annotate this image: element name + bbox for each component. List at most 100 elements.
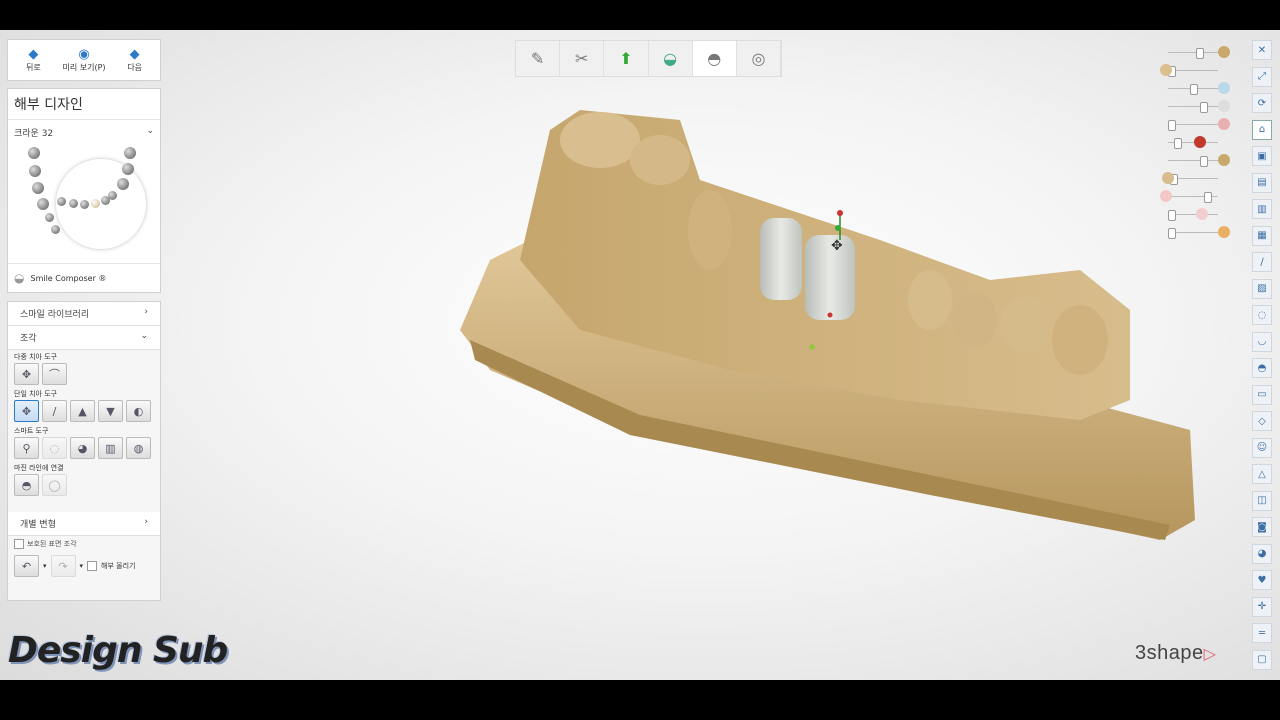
single-transform-button[interactable]: ✥ bbox=[14, 400, 39, 422]
multi-tooth-group-label: 다중 치아 도구 bbox=[14, 353, 58, 361]
crown-icon[interactable]: ◓ bbox=[692, 41, 737, 76]
sphere-icon[interactable]: ◎ bbox=[737, 41, 782, 76]
insertion-direction-icon[interactable]: ⬆ bbox=[604, 41, 649, 76]
cross-section-icon[interactable]: ✛ bbox=[1252, 596, 1272, 617]
tooth-icon[interactable] bbox=[101, 196, 110, 205]
crown-connect-icon: ◓ bbox=[21, 478, 32, 492]
smart-contact-button[interactable]: ⚲ bbox=[14, 437, 39, 459]
tooth-icon[interactable] bbox=[80, 200, 89, 209]
checkbox-icon bbox=[14, 539, 24, 549]
tooth-icon[interactable] bbox=[51, 225, 60, 234]
contact-icon[interactable]: ◌ bbox=[1252, 305, 1272, 325]
slider-row[interactable] bbox=[1160, 134, 1230, 152]
tooth-icon[interactable] bbox=[124, 147, 136, 159]
back-view-icon[interactable]: ▤ bbox=[1252, 172, 1272, 193]
next-button[interactable]: ◆ 다음 bbox=[109, 40, 160, 80]
smile-composer-button[interactable]: ◒ Smile Composer ® bbox=[8, 263, 160, 292]
slider-row[interactable] bbox=[1160, 224, 1230, 242]
palette-icon[interactable]: ◕ bbox=[1252, 543, 1272, 564]
screenshot-icon[interactable]: ▢ bbox=[1252, 649, 1272, 670]
rotate-view-icon[interactable]: ⟳ bbox=[1252, 93, 1272, 113]
clip-icon[interactable]: ∕ bbox=[1252, 252, 1272, 272]
ruler-icon[interactable]: ═ bbox=[1252, 623, 1272, 643]
tooth-icon[interactable] bbox=[122, 163, 134, 175]
slider-row[interactable] bbox=[1160, 188, 1230, 206]
tooth-icon[interactable] bbox=[117, 178, 129, 190]
preview-button[interactable]: ◉ 미리 보기(P) bbox=[59, 40, 110, 80]
3shape-logo: 3shape▷ bbox=[1135, 642, 1216, 665]
tooth-icon[interactable] bbox=[29, 165, 41, 177]
tooth-icon[interactable] bbox=[45, 213, 54, 222]
tooth-icon[interactable] bbox=[69, 199, 78, 208]
smooth-icon: ◐ bbox=[133, 404, 144, 418]
chevron-down-icon[interactable]: ▾ bbox=[43, 562, 47, 570]
front-view-icon[interactable]: ▣ bbox=[1252, 146, 1272, 166]
undo-button[interactable]: ↶ bbox=[14, 555, 39, 577]
face-icon[interactable]: ☺ bbox=[1252, 437, 1272, 458]
smile-library-section[interactable]: 스마일 라이브러리 › bbox=[8, 302, 160, 326]
multi-morph-button[interactable]: ⌒ bbox=[42, 363, 67, 385]
smile-icon[interactable]: ◡ bbox=[1252, 331, 1272, 352]
close-icon[interactable]: ✕ bbox=[1252, 40, 1272, 60]
slider-row[interactable] bbox=[1160, 62, 1230, 80]
tooth-arch-selector[interactable] bbox=[8, 145, 160, 253]
connect-margin-alt-button[interactable]: ◯ bbox=[42, 474, 67, 496]
color-map-icon[interactable]: ▨ bbox=[1252, 278, 1272, 299]
cusp-icon: ◕ bbox=[77, 441, 88, 455]
redo-button[interactable]: ↷ bbox=[50, 555, 76, 577]
camera-icon[interactable]: ◙ bbox=[1252, 517, 1272, 537]
occlusal-view-icon[interactable]: ▦ bbox=[1252, 225, 1272, 246]
side-view-icon[interactable]: ▥ bbox=[1252, 199, 1272, 219]
section-icon[interactable]: ▭ bbox=[1252, 384, 1272, 405]
chevron-down-icon[interactable]: ▾ bbox=[80, 562, 84, 570]
wax-remove-icon: ▼ bbox=[106, 404, 115, 418]
slider-row[interactable] bbox=[1160, 152, 1230, 170]
tooth-icon[interactable] bbox=[28, 147, 40, 159]
lift-anatomy-checkbox[interactable] bbox=[87, 561, 98, 571]
tooth-icon[interactable] bbox=[32, 182, 44, 194]
crown-selector[interactable]: 크라운 32 ⌄ bbox=[8, 120, 160, 145]
graduation-cap-icon[interactable]: ⌂ bbox=[1252, 119, 1272, 140]
alert-icon[interactable]: △ bbox=[1252, 464, 1272, 484]
tooth-icon[interactable] bbox=[57, 197, 66, 206]
logo-triangle-icon: ▷ bbox=[1203, 646, 1217, 663]
individual-transform-section[interactable]: 개별 변형 › bbox=[8, 512, 160, 536]
crown-icon[interactable]: ◓ bbox=[1252, 358, 1272, 378]
smart-section-button[interactable]: ▥ bbox=[98, 437, 123, 459]
crown-icon bbox=[1218, 82, 1230, 94]
tooth-icon[interactable] bbox=[37, 198, 49, 210]
gingiva-icon[interactable]: ◒ bbox=[649, 41, 693, 76]
measure-icon[interactable]: ◇ bbox=[1252, 411, 1272, 431]
slider-row[interactable] bbox=[1160, 98, 1230, 116]
protect-surface-checkbox[interactable]: 보호된 표면 조각 bbox=[8, 536, 160, 552]
back-button[interactable]: ◆ 뒤로 bbox=[8, 40, 59, 80]
remove-material-button[interactable]: ▼ bbox=[98, 400, 123, 422]
smart-anatomy-button[interactable]: ◍ bbox=[126, 437, 151, 459]
multi-transform-button[interactable]: ✥ bbox=[14, 363, 39, 385]
add-material-button[interactable]: ▲ bbox=[70, 400, 95, 422]
slider-row[interactable] bbox=[1160, 44, 1230, 62]
layer-icon[interactable]: ◫ bbox=[1252, 490, 1272, 511]
single-tooth-group-label: 단일 치아 도구 bbox=[14, 390, 58, 398]
margin-pen-icon[interactable]: ✎ bbox=[516, 41, 561, 76]
3d-viewport[interactable]: ✥ ◆ 뒤로 ◉ 미리 보기(P) ◆ 다음 해부 디자인 크라운 32 ⌄ ◒… bbox=[0, 30, 1280, 680]
crown-left bbox=[760, 218, 802, 300]
sculpt-label: 조각 bbox=[20, 334, 37, 344]
slider-row[interactable] bbox=[1160, 206, 1230, 224]
slider-row[interactable] bbox=[1160, 170, 1230, 188]
fit-view-icon[interactable]: ⤢ bbox=[1252, 66, 1272, 87]
smart-cusp-button[interactable]: ◕ bbox=[70, 437, 95, 459]
smart-occlusion-button[interactable]: ◌ bbox=[42, 437, 67, 459]
wax-knife-button[interactable]: ∕ bbox=[42, 400, 67, 422]
slider-row[interactable] bbox=[1160, 116, 1230, 134]
scissors-icon[interactable]: ✂ bbox=[560, 41, 605, 76]
heart-icon[interactable]: ♥ bbox=[1252, 570, 1272, 590]
smooth-button[interactable]: ◐ bbox=[126, 400, 151, 422]
crown-selector-label: 크라운 32 bbox=[14, 129, 54, 139]
selected-tooth-icon[interactable] bbox=[91, 199, 100, 208]
sculpt-section[interactable]: 조각 ⌄ bbox=[8, 326, 160, 350]
connect-margin-button[interactable]: ◓ bbox=[14, 474, 39, 496]
dental-model[interactable]: ✥ bbox=[430, 70, 1210, 580]
individual-transform-label: 개별 변형 bbox=[20, 520, 56, 530]
slider-row[interactable] bbox=[1160, 80, 1230, 98]
